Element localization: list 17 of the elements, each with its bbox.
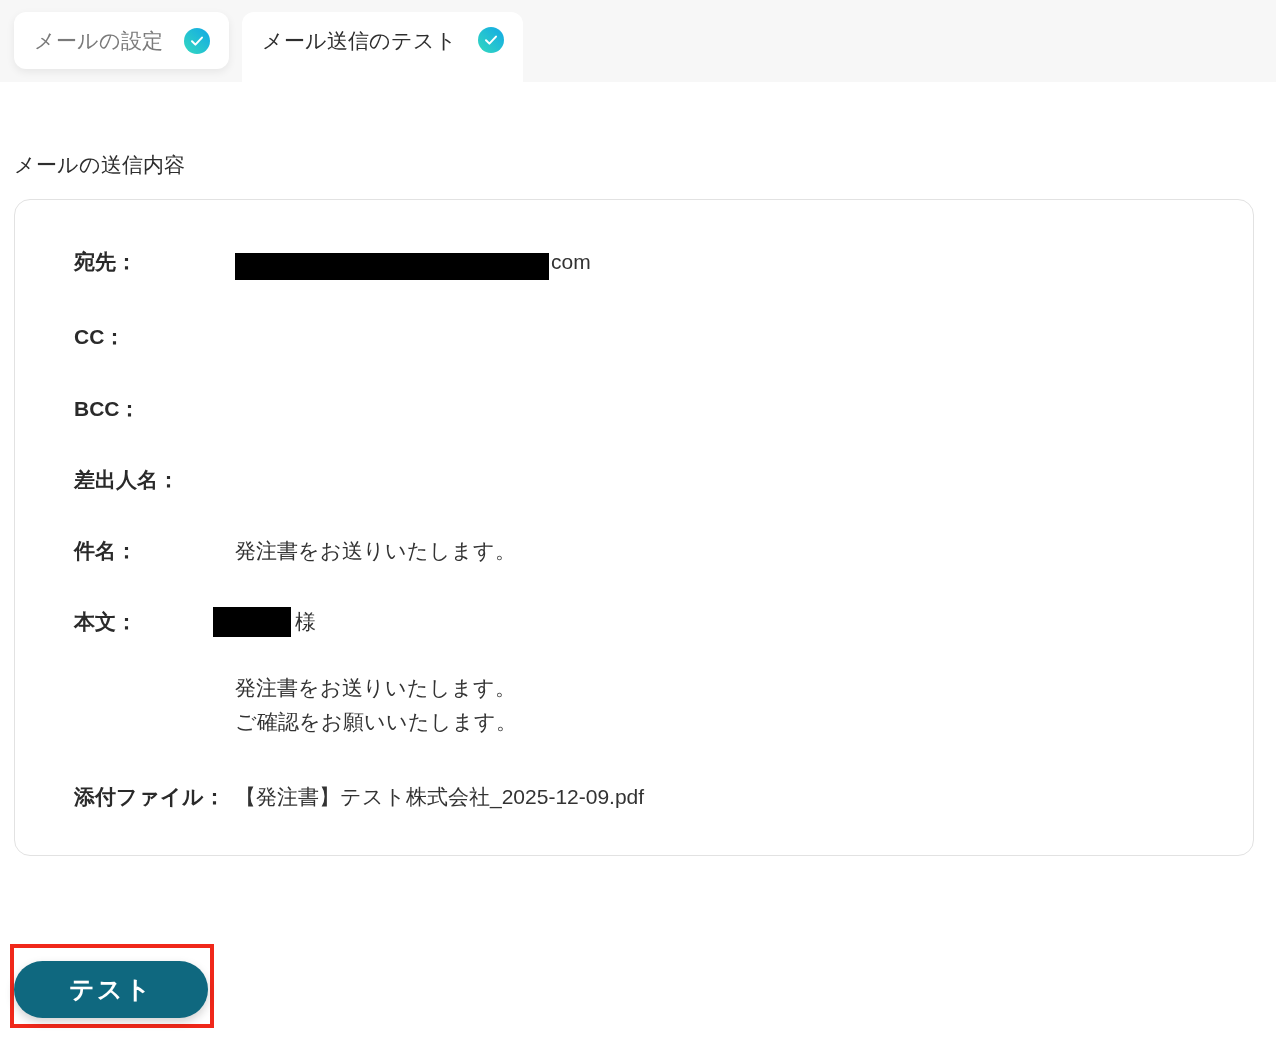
field-label: 差出人名：	[74, 466, 179, 493]
field-label: CC：	[74, 324, 126, 351]
field-value: com	[551, 249, 591, 275]
body-text-line: ご確認をお願いいたします。	[235, 709, 517, 736]
field-label: 本文：	[74, 609, 137, 636]
field-label: 添付ファイル：	[74, 783, 225, 810]
body-text-line: 発注書をお送りいたします。	[235, 675, 516, 702]
field-label: 件名：	[74, 538, 137, 565]
field-label: BCC：	[74, 395, 141, 422]
tab[interactable]: メールの設定	[14, 12, 229, 69]
section-title: メールの送信内容	[14, 152, 185, 178]
tab[interactable]: メール送信のテスト	[242, 12, 523, 82]
test-button[interactable]: テスト	[14, 960, 208, 1018]
field-label: 宛先：	[74, 249, 137, 275]
salutation-text: 様	[295, 609, 316, 636]
field-value: 発注書をお送りいたします。	[235, 538, 516, 565]
field-value: 【発注書】テスト株式会社_2025-12-09.pdf	[235, 783, 645, 811]
